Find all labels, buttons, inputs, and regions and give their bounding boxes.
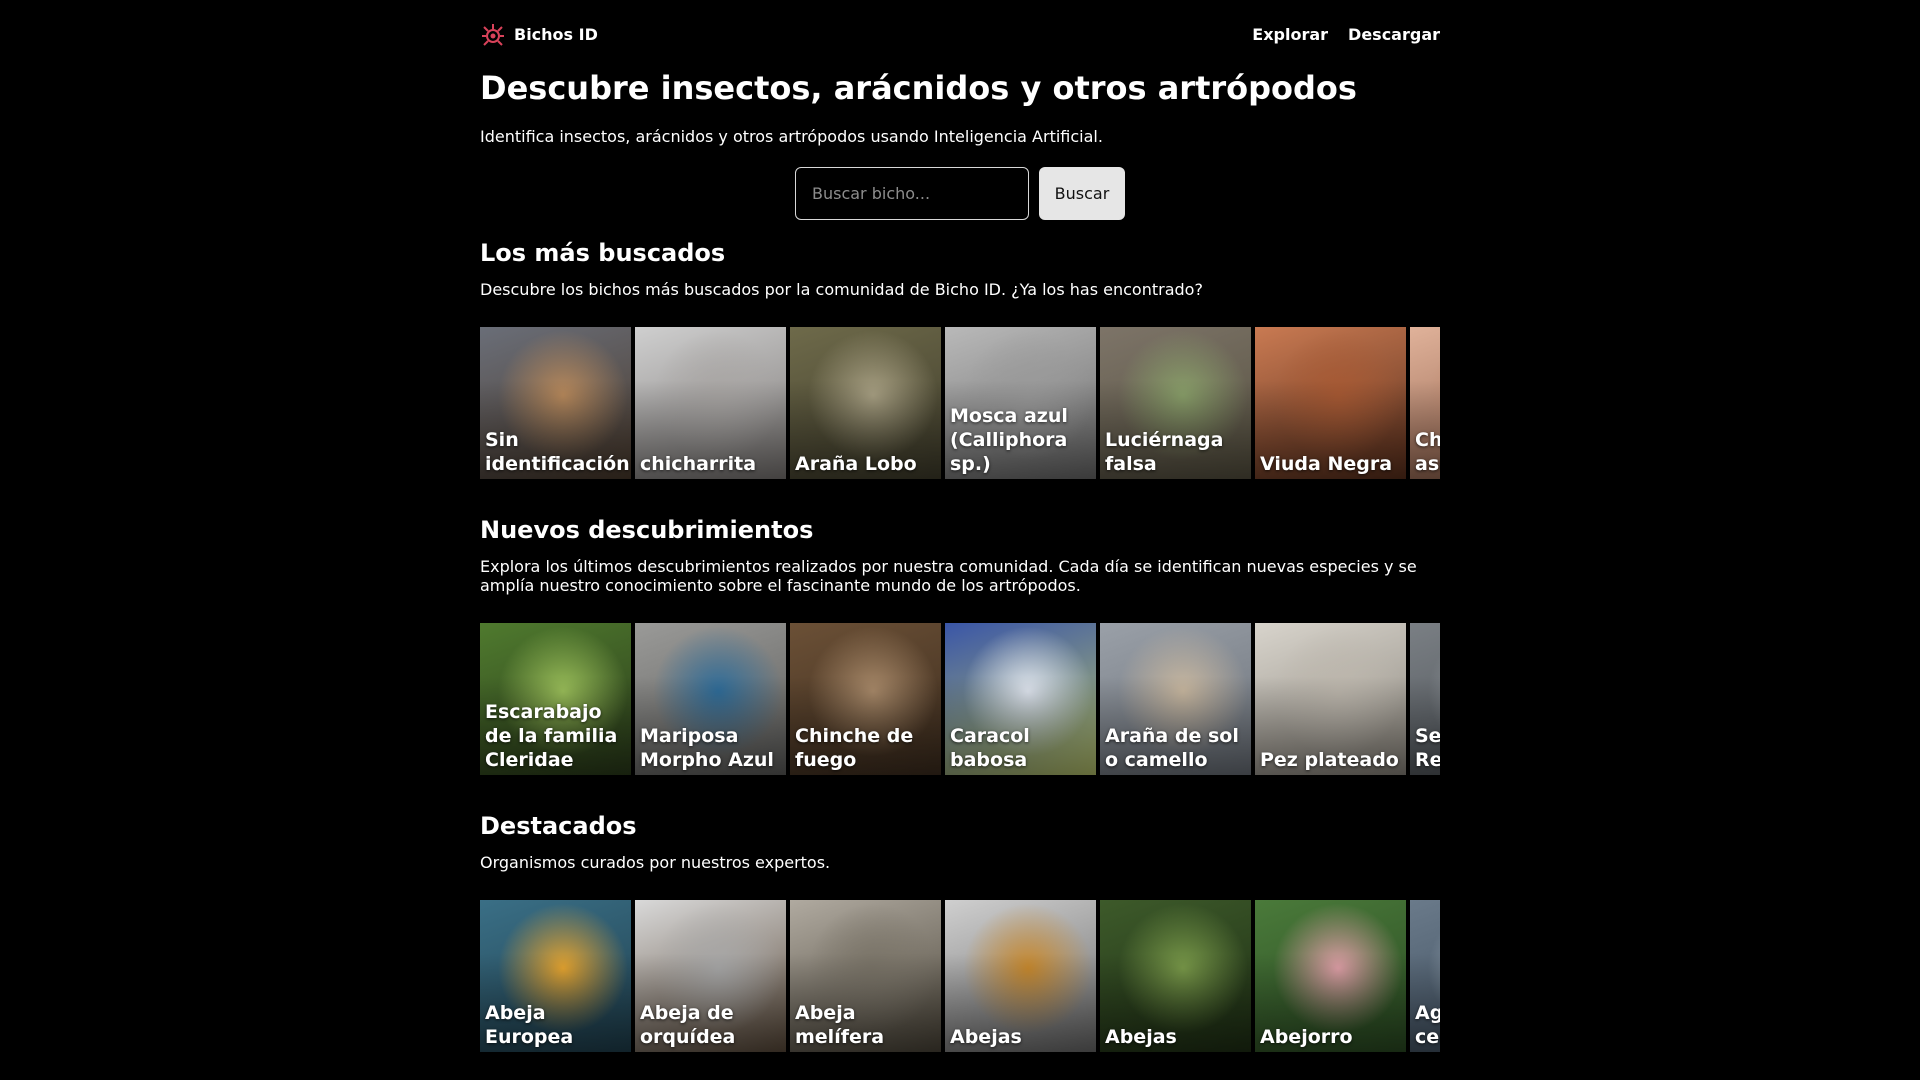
card-label: Abeja de orquídea [640,1002,736,1048]
species-card[interactable]: Pez plateado [1255,623,1406,775]
card-label: Sin identificación [485,429,630,475]
card-label: Escarabajo de la familia Cleridae [485,701,618,771]
card-label: Pez plateado [1260,749,1399,771]
species-card[interactable]: Abeja melífera [790,900,941,1052]
species-card[interactable]: Escarabajo de la familia Cleridae [480,623,631,775]
species-card[interactable]: Abeja de orquídea [635,900,786,1052]
section-new-discoveries: Nuevos descubrimientos Explora los últim… [480,513,1440,595]
nav-explorar-link[interactable]: Explorar [1252,22,1328,48]
card-label: Agave centenario [1415,1002,1440,1048]
main-nav: Explorar Descargar [1252,22,1440,48]
search-input[interactable] [795,167,1029,220]
section-description: Organismos curados por nuestros expertos… [480,853,831,872]
card-label: Chinche asesina [1415,429,1440,475]
species-card[interactable]: Sin identificación [480,327,631,479]
brand-link[interactable]: Bichos ID [480,22,598,48]
species-card[interactable]: Mariposa Morpho Azul [635,623,786,775]
search-bar: Buscar [795,167,1125,220]
nav-descargar-link[interactable]: Descargar [1348,22,1440,48]
species-card[interactable]: Araña Lobo [790,327,941,479]
species-card[interactable]: Abejas [945,900,1096,1052]
section-title: Los más buscados [480,239,726,267]
card-row: Abeja Europea Abeja de orquídea Abeja melí… [480,900,1440,1052]
search-button[interactable]: Buscar [1039,167,1125,220]
species-card[interactable]: Serpiente Real [1410,623,1440,775]
species-card[interactable]: Araña de sol o camello [1100,623,1251,775]
species-card[interactable]: Abejorro [1255,900,1406,1052]
card-label: Luciérnaga falsa [1105,429,1224,475]
card-label: Caracol babosa [950,725,1030,771]
species-card[interactable]: Luciérnaga falsa [1100,327,1251,479]
card-row: Sin identificación chicharrita Araña Lobo M… [480,327,1440,479]
card-label: Abeja melífera [795,1002,885,1048]
species-card[interactable]: Mosca azul (Calliphora sp.) [945,327,1096,479]
card-label: Abejas [1105,1026,1177,1048]
card-label: Chinche de fuego [795,725,914,771]
species-card[interactable]: chicharrita [635,327,786,479]
section-featured: Destacados Organismos curados por nuestr… [480,809,1440,872]
species-card[interactable]: Abeja Europea [480,900,631,1052]
species-card[interactable]: Abejas [1100,900,1251,1052]
card-label: Mosca azul (Calliphora sp.) [950,405,1068,475]
species-card[interactable]: Agave centenario [1410,900,1440,1052]
bug-icon [482,24,504,46]
section-most-searched: Los más buscados Descubre los bichos más… [480,236,1440,299]
card-label: Araña Lobo [795,453,917,475]
card-label: Serpiente Real [1415,725,1440,771]
section-title: Destacados [480,812,637,840]
species-card[interactable]: Chinche de fuego [790,623,941,775]
species-card[interactable]: Chinche asesina [1410,327,1440,479]
section-description: Descubre los bichos más buscados por la … [480,280,1203,299]
section-title: Nuevos descubrimientos [480,516,814,544]
card-label: Viuda Negra [1260,453,1393,475]
card-label: Araña de sol o camello [1105,725,1239,771]
card-label: Abejorro [1260,1026,1353,1048]
species-card[interactable]: Caracol babosa [945,623,1096,775]
top-header: Bichos ID Explorar Descargar [480,22,1440,48]
page-title: Descubre insectos, arácnidos y otros art… [480,69,1357,107]
card-label: Mariposa Morpho Azul [640,725,774,771]
card-row: Escarabajo de la familia Cleridae Maripos… [480,623,1440,775]
card-label: Abeja Europea [485,1002,574,1048]
species-card[interactable]: Viuda Negra [1255,327,1406,479]
card-label: Abejas [950,1026,1022,1048]
section-description: Explora los últimos descubrimientos real… [480,557,1417,595]
brand-name: Bichos ID [514,25,598,44]
card-label: chicharrita [640,453,757,475]
page-subtitle: Identifica insectos, arácnidos y otros a… [480,127,1103,146]
